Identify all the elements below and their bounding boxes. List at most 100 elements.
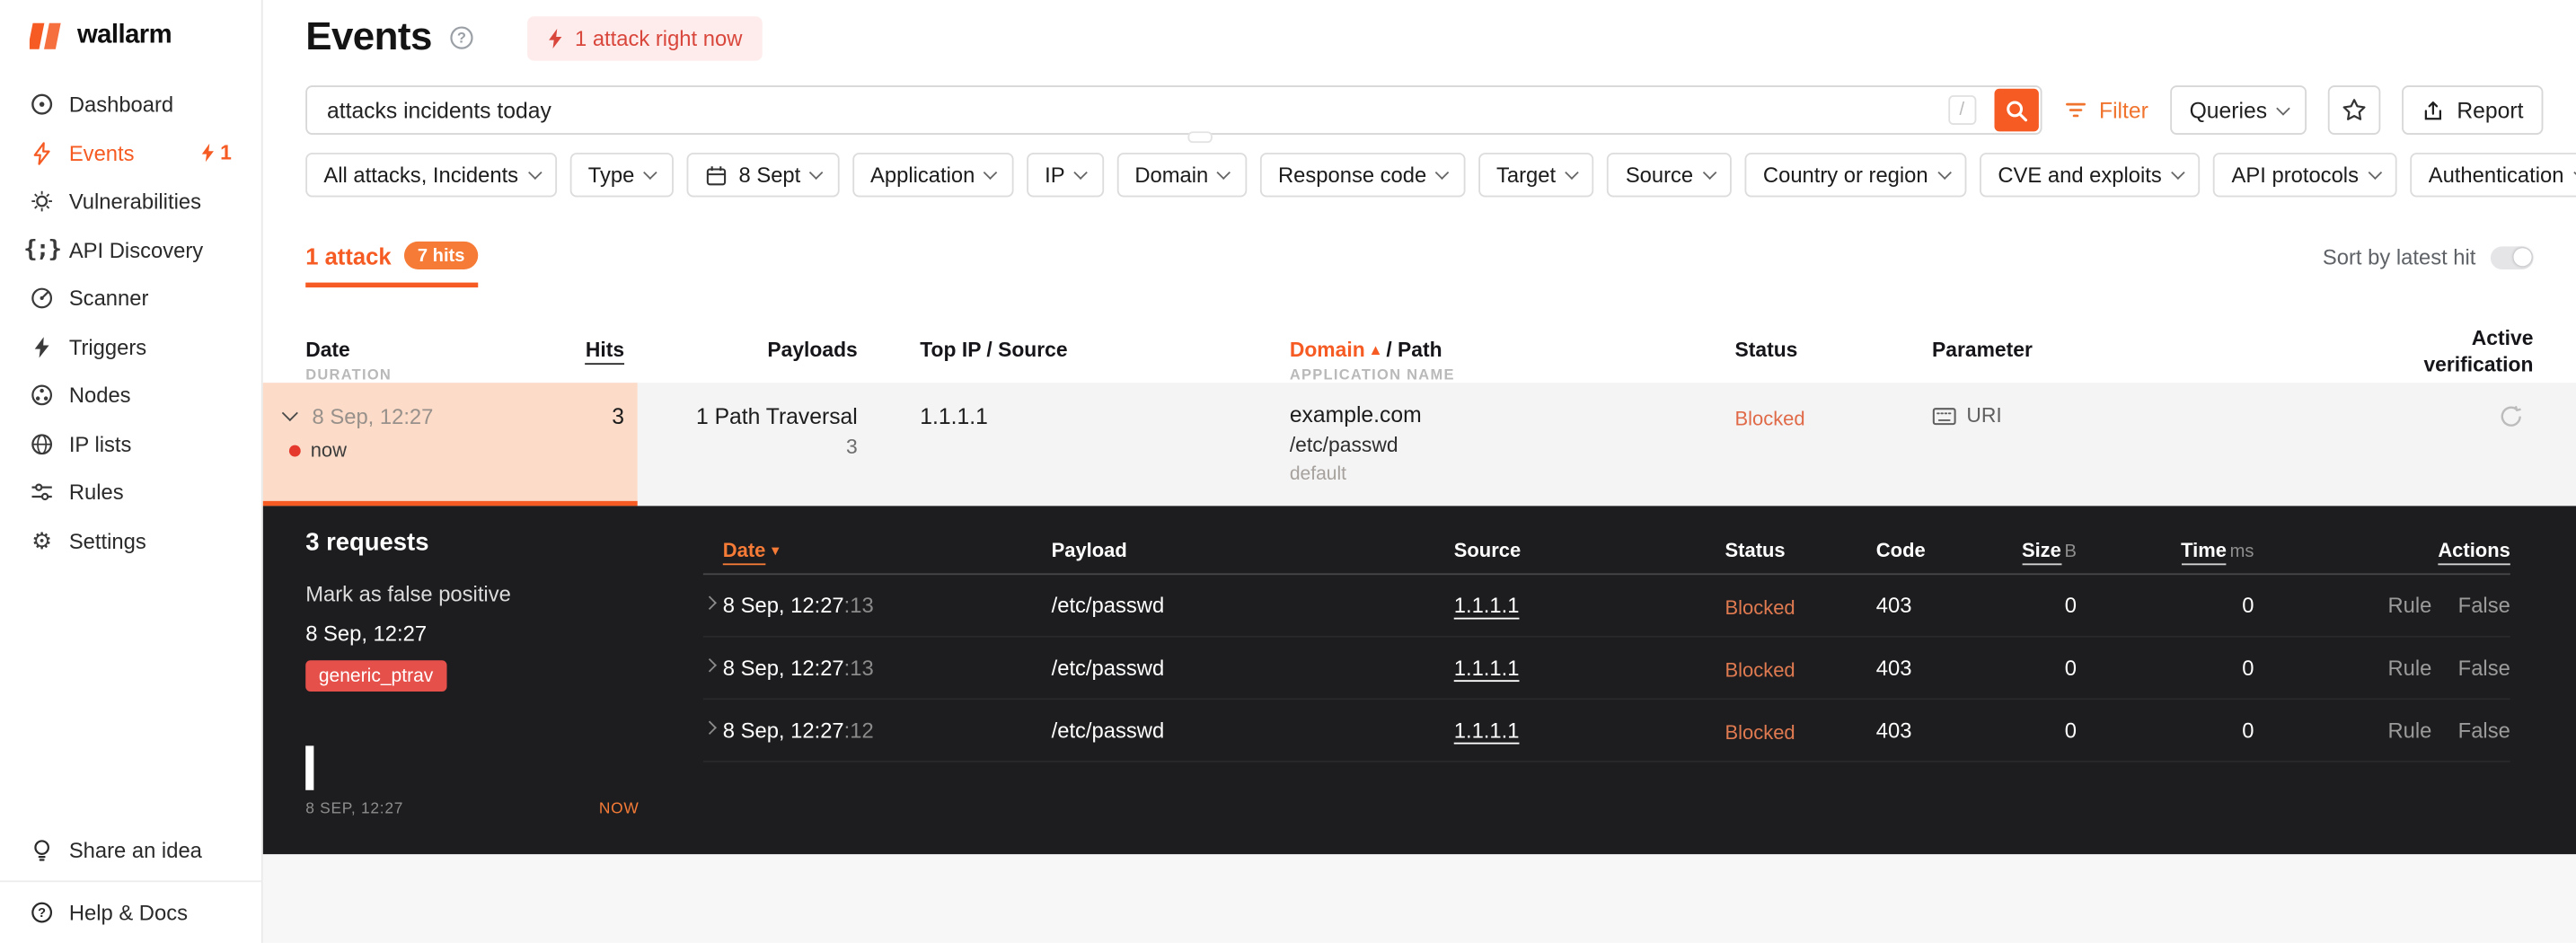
sidebar-item-events[interactable]: Events 1 — [0, 129, 261, 178]
attack-live-status: now — [288, 438, 347, 462]
filter-chip-target[interactable]: Target — [1478, 153, 1595, 198]
ip-lists-icon — [30, 432, 54, 456]
request-row[interactable]: 8 Sep, 12:27:13 /etc/passwd 1.1.1.1 Bloc… — [702, 638, 2510, 701]
column-hits[interactable]: Hits — [543, 338, 624, 366]
help-docs-link[interactable]: ? Help & Docs — [0, 880, 261, 943]
toggle-knob — [2512, 248, 2531, 267]
detail-date: 8 Sep, 12:27 — [305, 621, 428, 646]
attack-row-date-cell[interactable]: 8 Sep, 12:27 now — [262, 383, 638, 507]
search-input[interactable] — [305, 85, 2042, 135]
page-help-icon[interactable]: ? — [448, 24, 474, 50]
sort-toggle[interactable] — [2490, 245, 2534, 269]
sidebar-item-nodes[interactable]: Nodes — [0, 371, 261, 419]
filter-chip-attacks-incidents[interactable]: All attacks, Incidents — [305, 153, 558, 198]
sidebar-item-dashboard[interactable]: Dashboard — [0, 81, 261, 129]
filter-chip-cve[interactable]: CVE and exploits — [1980, 153, 2201, 198]
filter-chip-ip[interactable]: IP — [1026, 153, 1104, 198]
timeline-end-label: NOW — [598, 799, 640, 818]
sidebar-item-settings[interactable]: ⚙ Settings — [0, 516, 261, 565]
share-an-idea-link[interactable]: Share an idea — [0, 820, 261, 881]
filter-chip-authentication[interactable]: Authentication — [2410, 153, 2576, 198]
chevron-down-icon — [1702, 165, 1716, 180]
sidebar-item-rules[interactable]: Rules — [0, 468, 261, 516]
filter-chip-domain[interactable]: Domain — [1116, 153, 1248, 198]
sidebar-item-ip-lists[interactable]: IP lists — [0, 419, 261, 468]
queries-button[interactable]: Queries — [2169, 85, 2307, 135]
sidebar-item-scanner[interactable]: Scanner — [0, 274, 261, 322]
attack-alert-badge[interactable]: 1 attack right now — [526, 15, 763, 60]
chevron-down-icon — [527, 165, 542, 180]
chevron-right-icon — [702, 658, 717, 673]
star-icon — [2342, 97, 2368, 123]
chevron-down-icon — [2171, 165, 2184, 180]
attack-row[interactable]: 8 Sep, 12:27 now 3 1 Path Traversal 3 1.… — [262, 383, 2576, 507]
sidebar-item-label: API Discovery — [68, 237, 204, 263]
filter-chip-api-protocols[interactable]: API protocols — [2213, 153, 2397, 198]
sidebar-item-label: Rules — [68, 480, 124, 505]
request-source[interactable]: 1.1.1.1 — [1454, 718, 1520, 742]
chevron-down-icon — [644, 165, 657, 180]
tab-attacks[interactable]: 1 attack 7 hits — [305, 241, 479, 288]
request-source[interactable]: 1.1.1.1 — [1454, 593, 1520, 617]
histogram-bar — [305, 745, 314, 790]
app-window: wallarm Dashboard Events 1 Vulnerabiliti… — [0, 0, 2576, 943]
filter-chip-country[interactable]: Country or region — [1744, 153, 1967, 198]
active-verification-icon[interactable] — [2499, 404, 2523, 428]
chevron-down-icon — [984, 165, 998, 180]
sidebar-footer: Share an idea ? Help & Docs — [0, 819, 261, 943]
request-code: 403 — [1875, 655, 1912, 681]
column-code[interactable]: Code — [1876, 539, 1926, 562]
sidebar: wallarm Dashboard Events 1 Vulnerabiliti… — [0, 0, 263, 943]
column-parameter[interactable]: Parameter — [1932, 339, 2033, 362]
sidebar-item-api-discovery[interactable]: {;} API Discovery — [0, 225, 261, 274]
requests-histogram — [305, 745, 639, 790]
filter-chip-application[interactable]: Application — [851, 153, 1014, 198]
column-source[interactable]: Source — [1454, 539, 1521, 562]
mark-false-positive-link[interactable]: Mark as false positive — [305, 581, 511, 605]
column-payloads[interactable]: Payloads — [693, 339, 857, 362]
column-top-ip-source[interactable]: Top IP / Source — [920, 339, 1067, 362]
column-size[interactable]: Size B — [1995, 538, 2077, 566]
false-action[interactable]: False — [2458, 718, 2510, 742]
column-active-verification: Active verification — [2423, 326, 2534, 377]
column-payload[interactable]: Payload — [1052, 539, 1127, 562]
bolt-icon — [200, 144, 215, 163]
rules-icon — [30, 480, 54, 505]
brand-logo[interactable]: wallarm — [0, 0, 261, 67]
request-code: 403 — [1875, 593, 1912, 618]
request-row[interactable]: 8 Sep, 12:27:12 /etc/passwd 1.1.1.1 Bloc… — [702, 700, 2510, 762]
request-size: 0 — [2064, 718, 2077, 743]
false-action[interactable]: False — [2458, 593, 2510, 617]
request-row[interactable]: 8 Sep, 12:27:13 /etc/passwd 1.1.1.1 Bloc… — [702, 575, 2510, 638]
filter-chip-date[interactable]: 8 Sept — [685, 153, 840, 198]
false-action[interactable]: False — [2458, 656, 2510, 680]
request-source[interactable]: 1.1.1.1 — [1454, 656, 1520, 680]
favorite-button[interactable] — [2328, 85, 2382, 135]
rule-action[interactable]: Rule — [2387, 593, 2431, 617]
rule-action[interactable]: Rule — [2387, 656, 2431, 680]
search-collapse-handle[interactable] — [1187, 131, 1213, 144]
column-domain-path[interactable]: Domain ▲ / Path — [1290, 339, 1442, 362]
column-date[interactable]: Date — [305, 339, 350, 362]
column-status[interactable]: Status — [1735, 339, 1798, 362]
attack-tag[interactable]: generic_ptrav — [305, 660, 446, 692]
request-payload: /etc/passwd — [1051, 593, 1165, 618]
attacks-table-header: Date DURATION Hits Payloads Top IP / Sou… — [263, 322, 2576, 383]
sidebar-item-vulnerabilities[interactable]: Vulnerabilities — [0, 178, 261, 226]
attack-hits: 3 — [612, 403, 625, 429]
column-actions[interactable]: Actions — [2438, 538, 2510, 566]
filter-button[interactable]: Filter — [2063, 98, 2148, 122]
attack-top-ip: 1.1.1.1 — [920, 403, 988, 429]
column-date[interactable]: Date ▼ — [722, 538, 782, 566]
column-status[interactable]: Status — [1725, 539, 1786, 562]
column-time[interactable]: Time ms — [2172, 538, 2254, 566]
sidebar-item-triggers[interactable]: Triggers — [0, 322, 261, 371]
search-button[interactable] — [1993, 88, 2039, 132]
filter-chip-type[interactable]: Type — [569, 153, 674, 198]
rule-action[interactable]: Rule — [2387, 718, 2431, 742]
report-button[interactable]: Report — [2402, 85, 2544, 135]
filter-chip-source[interactable]: Source — [1607, 153, 1733, 198]
triggers-icon — [30, 335, 54, 359]
request-date: 8 Sep, 12:27:12 — [722, 718, 874, 743]
filter-chip-response-code[interactable]: Response code — [1259, 153, 1466, 198]
